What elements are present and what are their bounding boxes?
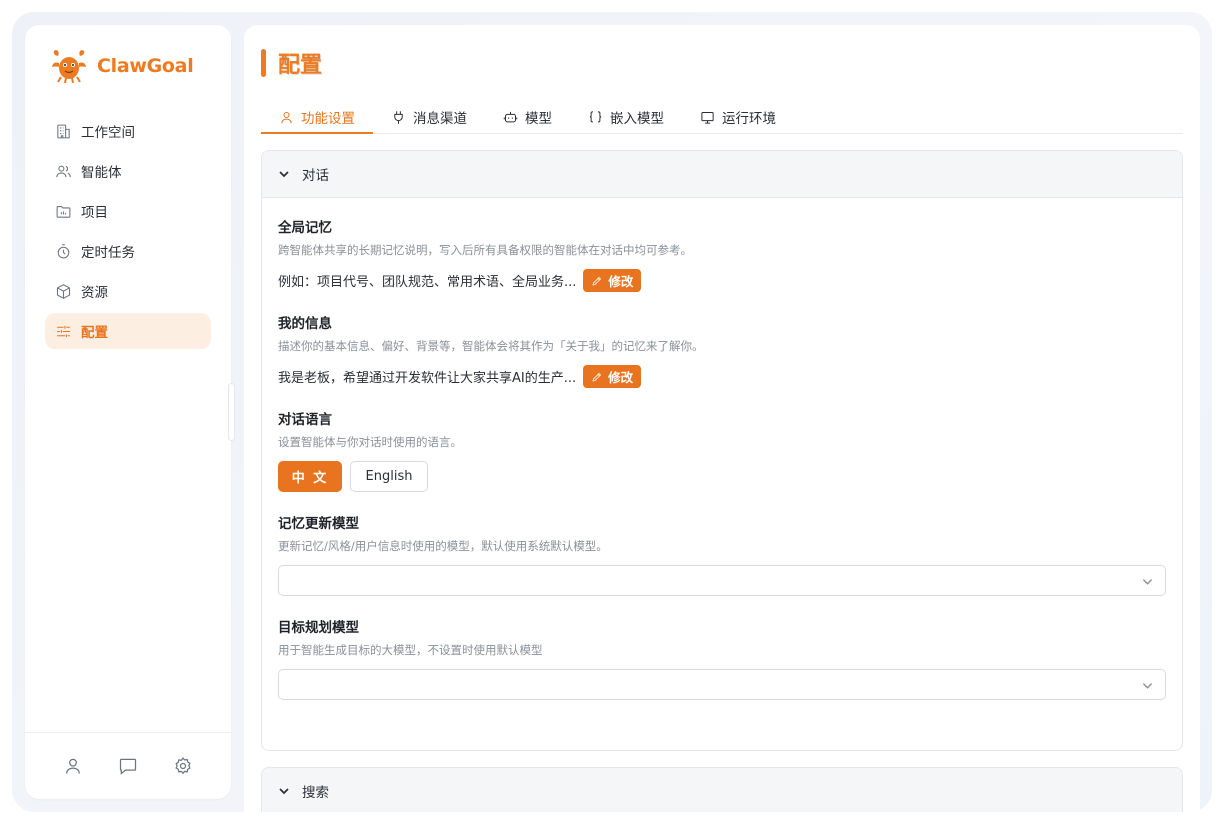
- sidebar: ClawGoal 工作空间 智能体 项目 定时任务 资源 配置: [25, 25, 231, 799]
- chevron-down-icon: [1142, 579, 1153, 585]
- dialog-section: 对话 全局记忆 跨智能体共享的长期记忆说明，写入后所有具备权限的智能体在对话中均…: [261, 150, 1183, 751]
- memory-model-select[interactable]: [278, 565, 1166, 596]
- field-value-row: 例如：项目代号、团队规范、常用术语、全局业务... 修改: [278, 269, 1166, 292]
- profile-button[interactable]: [62, 755, 84, 777]
- sidebar-footer: [25, 755, 231, 777]
- language-english-button[interactable]: English: [350, 461, 428, 492]
- chevron-down-icon: [1142, 683, 1153, 689]
- edit-label: 修改: [608, 274, 634, 289]
- gear-icon: [175, 757, 191, 775]
- language-chinese-button[interactable]: 中 文: [278, 461, 342, 492]
- chevron-down-icon: [279, 171, 289, 178]
- field-description: 设置智能体与你对话时使用的语言。: [278, 435, 462, 449]
- goal-model-field: 目标规划模型 用于智能生成目标的大模型，不设置时使用默认模型: [278, 616, 1166, 700]
- users-icon: [56, 165, 71, 177]
- dialog-section-body: 全局记忆 跨智能体共享的长期记忆说明，写入后所有具备权限的智能体在对话中均可参考…: [262, 198, 1182, 700]
- dialog-section-header[interactable]: 对话: [262, 151, 1182, 198]
- sidebar-item-settings[interactable]: 配置: [45, 313, 211, 349]
- my-info-field: 我的信息 描述你的基本信息、偏好、背景等，智能体会将其作为「关于我」的记忆来了解…: [278, 312, 1166, 388]
- field-description: 跨智能体共享的长期记忆说明，写入后所有具备权限的智能体在对话中均可参考。: [278, 243, 692, 257]
- lobster-logo-icon: [52, 50, 86, 83]
- sidebar-item-projects[interactable]: 项目: [45, 193, 211, 229]
- bot-icon: [503, 111, 518, 122]
- settings-tabs: 功能设置 消息渠道 模型 嵌入模型 运行环境: [261, 101, 1183, 134]
- edit-label: 修改: [608, 370, 634, 385]
- sidebar-resize-handle[interactable]: [229, 384, 234, 440]
- cube-icon: [56, 283, 71, 299]
- pencil-icon: [592, 372, 602, 382]
- tab-label: 运行环境: [722, 111, 776, 127]
- folder-icon: [56, 205, 71, 218]
- tab-features[interactable]: 功能设置: [261, 101, 373, 134]
- edit-global-memory-button[interactable]: 修改: [583, 269, 642, 292]
- tab-models[interactable]: 模型: [485, 101, 570, 133]
- tab-embedding-models[interactable]: 嵌入模型: [570, 101, 682, 133]
- sidebar-item-scheduled-tasks[interactable]: 定时任务: [45, 233, 211, 269]
- tab-runtime[interactable]: 运行环境: [682, 101, 794, 133]
- sidebar-item-label: 资源: [81, 285, 108, 301]
- sidebar-item-label: 配置: [81, 325, 108, 341]
- field-label: 记忆更新模型: [278, 516, 359, 532]
- sidebar-item-label: 智能体: [81, 165, 122, 181]
- sidebar-item-resources[interactable]: 资源: [45, 273, 211, 309]
- tab-label: 模型: [525, 111, 552, 127]
- language-field: 对话语言 设置智能体与你对话时使用的语言。 中 文 English: [278, 408, 1166, 492]
- section-title: 搜索: [302, 785, 329, 801]
- chat-button[interactable]: [117, 755, 139, 777]
- sidebar-item-label: 项目: [81, 205, 108, 221]
- sliders-icon: [57, 325, 70, 337]
- field-label: 我的信息: [278, 316, 332, 332]
- sidebar-nav: 工作空间 智能体 项目 定时任务 资源 配置: [45, 113, 211, 353]
- search-section: 搜索: [261, 767, 1183, 812]
- chevron-down-icon: [279, 788, 289, 795]
- pencil-icon: [592, 276, 602, 286]
- user-icon: [281, 111, 292, 123]
- sidebar-divider: [25, 732, 231, 733]
- chat-icon: [119, 758, 137, 775]
- language-toggle: 中 文 English: [278, 461, 1166, 492]
- goal-model-select[interactable]: [278, 669, 1166, 700]
- memory-model-field: 记忆更新模型 更新记忆/风格/用户信息时使用的模型，默认使用系统默认模型。: [278, 512, 1166, 596]
- app-logo[interactable]: ClawGoal: [49, 49, 194, 83]
- settings-button[interactable]: [172, 755, 194, 777]
- field-label: 目标规划模型: [278, 620, 359, 636]
- building-icon: [57, 124, 70, 138]
- tab-label: 功能设置: [301, 111, 355, 127]
- field-description: 用于智能生成目标的大模型，不设置时使用默认模型: [278, 643, 543, 657]
- user-icon: [65, 758, 80, 774]
- field-description: 描述你的基本信息、偏好、背景等，智能体会将其作为「关于我」的记忆来了解你。: [278, 339, 704, 353]
- monitor-icon: [701, 111, 714, 124]
- app-window: ClawGoal 工作空间 智能体 项目 定时任务 资源 配置 配置 功能设置 …: [12, 12, 1212, 812]
- page-header: 配置: [261, 47, 322, 79]
- field-value-row: 我是老板，希望通过开发软件让大家共享AI的生产... 修改: [278, 365, 1166, 388]
- global-memory-value: 例如：项目代号、团队规范、常用术语、全局业务...: [278, 275, 577, 290]
- sidebar-item-label: 定时任务: [81, 245, 135, 261]
- tab-label: 消息渠道: [413, 111, 467, 127]
- page-title: 配置: [278, 53, 323, 78]
- main-content: 配置 功能设置 消息渠道 模型 嵌入模型 运行环境 对话 全局记忆 跨智能体共享…: [244, 25, 1200, 812]
- tab-label: 嵌入模型: [610, 111, 664, 127]
- my-info-value: 我是老板，希望通过开发软件让大家共享AI的生产...: [278, 371, 577, 386]
- sidebar-item-agents[interactable]: 智能体: [45, 153, 211, 189]
- sidebar-item-workspace[interactable]: 工作空间: [45, 113, 211, 149]
- plug-icon: [394, 110, 403, 124]
- search-section-header[interactable]: 搜索: [262, 768, 1182, 812]
- section-title: 对话: [302, 168, 329, 184]
- edit-my-info-button[interactable]: 修改: [583, 365, 642, 388]
- tab-channels[interactable]: 消息渠道: [373, 101, 485, 133]
- sidebar-item-label: 工作空间: [81, 125, 135, 141]
- title-accent-bar: [261, 49, 266, 77]
- field-label: 对话语言: [278, 412, 332, 428]
- global-memory-field: 全局记忆 跨智能体共享的长期记忆说明，写入后所有具备权限的智能体在对话中均可参考…: [278, 216, 1166, 292]
- braces-icon: [589, 110, 602, 122]
- timer-icon: [57, 243, 70, 258]
- app-name: ClawGoal: [97, 55, 194, 77]
- field-label: 全局记忆: [278, 220, 332, 236]
- field-description: 更新记忆/风格/用户信息时使用的模型，默认使用系统默认模型。: [278, 539, 608, 553]
